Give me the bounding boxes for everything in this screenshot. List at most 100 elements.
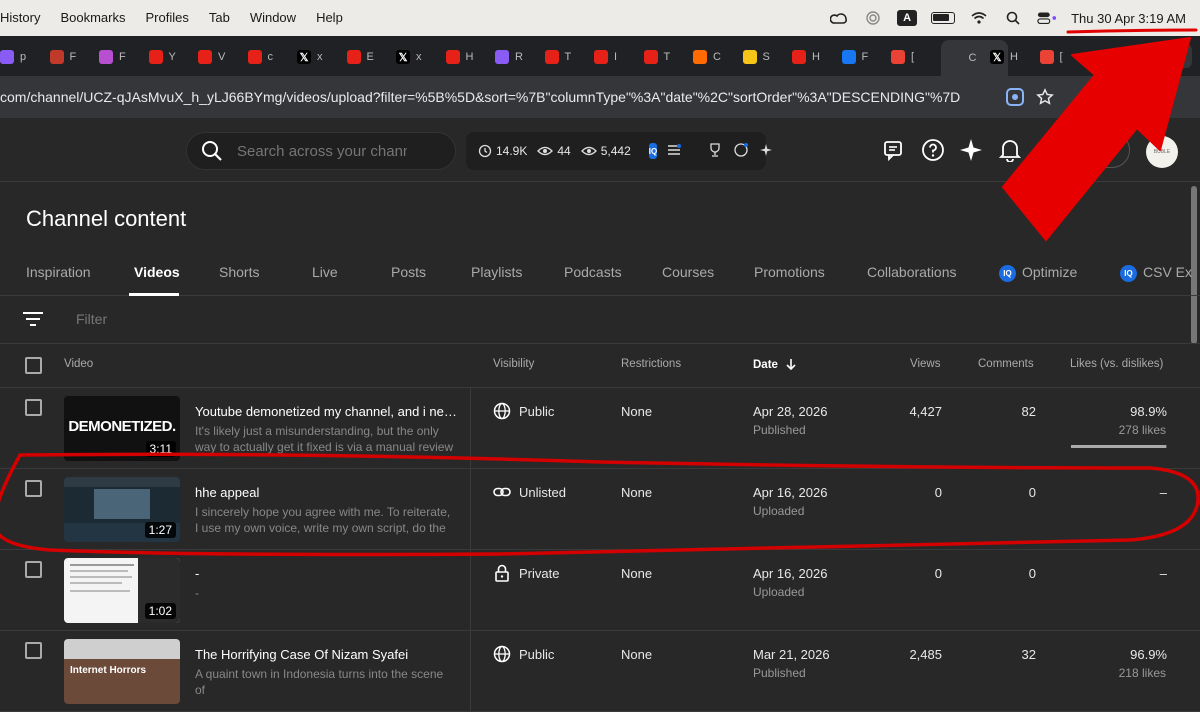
table-row[interactable]: DEMONETIZED. 3:11 Youtube demonetized my… [0, 388, 1200, 469]
row-checkbox[interactable] [25, 399, 42, 416]
table-row[interactable]: Internet Horrors The Horrifying Case Of … [0, 631, 1200, 712]
visibility-cell[interactable]: Private [493, 564, 559, 582]
video-title[interactable]: Youtube demonetized my channel, and i ne… [195, 404, 460, 419]
browser-tab[interactable]: H [445, 44, 473, 70]
sparkle-icon[interactable] [957, 136, 985, 164]
channel-search-box[interactable] [186, 132, 456, 170]
browser-tab[interactable]: H [792, 44, 820, 70]
menu-help[interactable]: Help [306, 0, 353, 36]
spotlight-search-icon[interactable] [1003, 11, 1023, 25]
menu-bar-clock[interactable]: Thu 30 Apr 3:19 AM [1071, 11, 1186, 26]
browser-tab[interactable]: c [247, 44, 274, 70]
col-date[interactable]: Date [753, 358, 797, 371]
video-thumbnail[interactable]: 1:27 [64, 477, 180, 542]
vidiq-logo-icon[interactable]: IQ [648, 143, 658, 159]
lens-icon[interactable] [1004, 86, 1026, 108]
tab-title: [ [911, 51, 915, 63]
create-button[interactable]: Create [1050, 132, 1130, 168]
browser-tab[interactable]: p [0, 44, 26, 70]
tab-collaborations[interactable]: Collaborations [867, 264, 957, 280]
visibility-cell[interactable]: Public [493, 645, 554, 663]
browser-tab[interactable]: 𝕏x [297, 44, 323, 70]
tab-inspiration[interactable]: Inspiration [26, 264, 91, 280]
battery-icon[interactable] [931, 12, 956, 24]
browser-tab[interactable]: C [693, 44, 721, 70]
creative-cloud-icon[interactable] [829, 11, 849, 25]
account-avatar[interactable]: BUBLE [1146, 136, 1178, 168]
menu-profiles[interactable]: Profiles [135, 0, 198, 36]
menu-bookmarks[interactable]: Bookmarks [50, 0, 135, 36]
browser-tab[interactable]: R [495, 44, 523, 70]
extension-avatar-icon[interactable] [1136, 86, 1160, 110]
filter-input[interactable]: Filter [76, 311, 107, 327]
video-thumbnail[interactable]: DEMONETIZED. 3:11 [64, 396, 180, 461]
tab-videos[interactable]: Videos [134, 264, 180, 280]
tab-search-dropdown-icon[interactable]: ⌄ [1166, 44, 1192, 68]
row-checkbox[interactable] [25, 561, 42, 578]
chat-icon[interactable] [733, 142, 749, 161]
browser-tab[interactable]: [ [891, 44, 914, 70]
browser-tab[interactable]: S [742, 44, 770, 70]
browser-tab[interactable]: 𝕏x [396, 44, 422, 70]
vidiq-menu-icon[interactable] [667, 143, 682, 159]
table-row[interactable]: 1:27 hhe appeal I sincerely hope you agr… [0, 469, 1200, 550]
input-source-icon[interactable]: A [897, 10, 918, 26]
tab-live[interactable]: Live [312, 264, 338, 280]
help-icon[interactable] [919, 136, 947, 164]
tab-playlists[interactable]: Playlists [471, 264, 522, 280]
video-duration: 1:02 [144, 603, 176, 619]
feedback-icon[interactable] [880, 136, 908, 164]
tab-csv-export[interactable]: IQ CSV Ex [1120, 264, 1192, 282]
column-divider [470, 469, 471, 549]
url-field[interactable]: com/channel/UCZ-qJAsMvuX_h_yLJ66BYmg/vid… [0, 89, 985, 105]
control-center-icon[interactable] [1037, 11, 1057, 25]
browser-tab[interactable]: [ [1039, 44, 1063, 70]
video-description: I sincerely hope you agree with me. To r… [195, 505, 451, 535]
menu-history[interactable]: History [0, 0, 50, 36]
table-row[interactable]: 1:02 - - Private None Apr 16, 2026 Uploa… [0, 550, 1200, 631]
wifi-icon[interactable] [969, 11, 989, 25]
video-thumbnail[interactable]: Internet Horrors [64, 639, 180, 704]
bookmark-star-icon[interactable] [1034, 86, 1056, 108]
tab-posts[interactable]: Posts [391, 264, 426, 280]
restrictions-cell: None [621, 485, 653, 500]
video-title[interactable]: hhe appeal [195, 485, 460, 500]
subscribers-value: 14.9K [496, 144, 528, 158]
youtube-favicon-icon [594, 50, 608, 64]
tab-optimize[interactable]: IQ Optimize [999, 264, 1077, 282]
browser-tab[interactable]: T [544, 44, 571, 70]
ai-sparkle-icon[interactable] [759, 143, 773, 160]
tab-promotions[interactable]: Promotions [754, 264, 825, 280]
filter-icon[interactable] [22, 310, 46, 330]
tab-title: c [267, 51, 274, 63]
browser-tab[interactable]: V [198, 44, 225, 70]
notifications-bell-icon[interactable] [996, 136, 1024, 164]
row-checkbox[interactable] [25, 480, 42, 497]
video-title[interactable]: The Horrifying Case Of Nizam Syafei [195, 647, 460, 662]
tab-podcasts[interactable]: Podcasts [564, 264, 622, 280]
select-all-checkbox[interactable] [25, 357, 42, 374]
visibility-cell[interactable]: Public [493, 402, 554, 420]
browser-tab[interactable]: 𝕏H [990, 44, 1018, 70]
browser-tab[interactable]: T [643, 44, 670, 70]
browser-tab[interactable]: Y [148, 44, 176, 70]
browser-tab[interactable]: F [99, 44, 126, 70]
browser-tab[interactable]: I [594, 44, 617, 70]
thumbnail-text: DEMONETIZED. [68, 418, 176, 435]
tab-courses[interactable]: Courses [662, 264, 714, 280]
menu-tab[interactable]: Tab [199, 0, 240, 36]
airdrop-icon[interactable] [863, 11, 883, 25]
tab-shorts[interactable]: Shorts [219, 264, 259, 280]
video-title[interactable]: - [195, 566, 460, 581]
menu-window[interactable]: Window [240, 0, 306, 36]
browser-tab[interactable]: F [841, 44, 868, 70]
trophy-icon[interactable] [707, 142, 723, 161]
video-thumbnail[interactable]: 1:02 [64, 558, 180, 623]
date-cell: Apr 16, 2026 [753, 485, 828, 500]
visibility-cell[interactable]: Unlisted [493, 483, 566, 501]
search-input[interactable] [237, 142, 407, 160]
browser-tab[interactable]: F [49, 44, 76, 70]
row-checkbox[interactable] [25, 642, 42, 659]
browser-tab[interactable]: E [346, 44, 374, 70]
tab-title: x [416, 51, 422, 63]
